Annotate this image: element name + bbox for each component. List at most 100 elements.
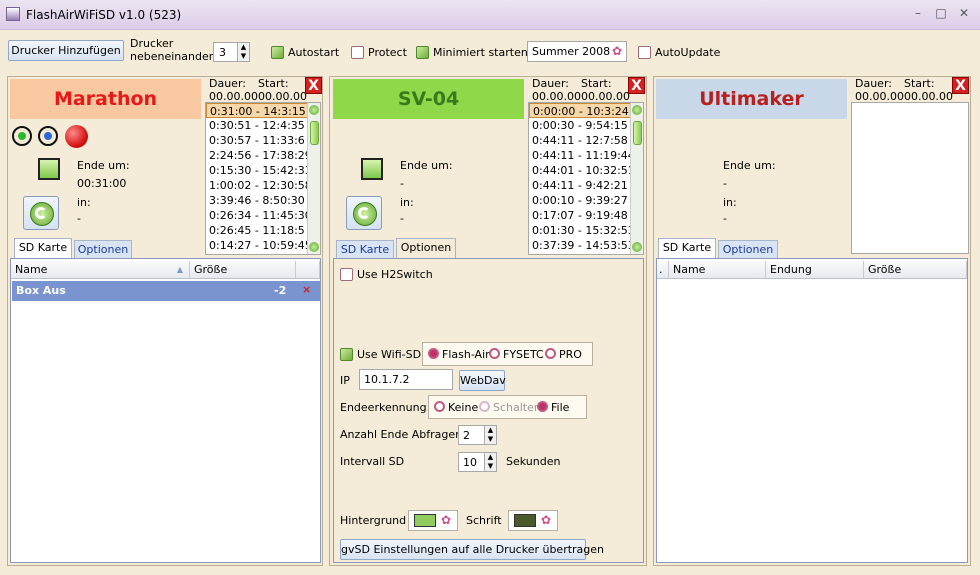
list-item[interactable]: 1:00:02 - 12:30:58 bbox=[206, 178, 312, 193]
webdav-button[interactable]: WebDav bbox=[459, 370, 506, 391]
list-item[interactable]: 0:44:01 - 10:32:51 bbox=[529, 163, 635, 178]
list-item[interactable]: 0:31:00 - 14:3:15 bbox=[206, 103, 309, 118]
tab-optionen[interactable]: Optionen bbox=[74, 240, 132, 258]
font-color-picker[interactable]: ✿ bbox=[508, 510, 558, 531]
font-color-swatch bbox=[514, 514, 536, 527]
remove-printer-button[interactable]: X bbox=[628, 77, 645, 94]
scroll-down-icon[interactable] bbox=[632, 242, 642, 252]
list-item[interactable]: 0:26:34 - 11:45:30 bbox=[206, 208, 312, 223]
job-history-list[interactable]: 0:31:00 - 14:3:15 0:30:51 - 12:4:35 0:30:5… bbox=[205, 102, 321, 255]
stepper-arrows-icon[interactable]: ▲ ▼ bbox=[484, 426, 496, 444]
list-item[interactable]: 0:44:11 - 9:42:21 bbox=[529, 178, 632, 193]
column-header-name[interactable]: Name bbox=[669, 261, 766, 279]
list-item[interactable]: 0:01:30 - 15:32:53 bbox=[529, 223, 635, 238]
list-item[interactable]: 0:00:10 - 9:39:27 bbox=[529, 193, 632, 208]
list-item[interactable]: 0:26:45 - 11:18:5 bbox=[206, 223, 309, 238]
background-color-picker[interactable]: ✿ bbox=[408, 510, 458, 531]
in-value: - bbox=[77, 212, 81, 225]
tab-sd-karte[interactable]: SD Karte bbox=[14, 238, 72, 258]
maximize-icon[interactable]: □ bbox=[934, 6, 948, 20]
file-radio[interactable] bbox=[537, 401, 548, 412]
file-size: -2 bbox=[274, 284, 287, 297]
stepper-arrows-icon[interactable]: ▲ ▼ bbox=[484, 453, 496, 471]
intervall-label: Intervall SD bbox=[340, 455, 405, 468]
refresh-icon bbox=[353, 202, 377, 226]
list-item[interactable]: 0:44:11 - 12:7:58 bbox=[529, 133, 632, 148]
list-item[interactable]: 0:30:51 - 12:4:35 bbox=[206, 118, 309, 133]
apply-all-printers-button[interactable]: gvSD Einstellungen auf alle Drucker über… bbox=[340, 539, 604, 560]
tab-sd-karte[interactable]: SD Karte bbox=[658, 238, 716, 258]
anzahl-stepper[interactable]: 2 ▲ ▼ bbox=[458, 425, 497, 445]
dauer-label: Dauer: bbox=[855, 77, 892, 90]
stepper-arrows-icon[interactable]: ▲ ▼ bbox=[237, 43, 249, 61]
add-printer-button[interactable]: Drucker Hinzufügen bbox=[8, 40, 124, 61]
printers-side-stepper[interactable]: 3 ▲ ▼ bbox=[213, 42, 250, 62]
column-header-name[interactable]: Name ▲ bbox=[11, 261, 190, 279]
scroll-thumb[interactable] bbox=[310, 121, 319, 145]
list-item[interactable]: 0:44:11 - 11:19:44 bbox=[529, 148, 635, 163]
list-item[interactable]: 3:39:46 - 8:50:30 bbox=[206, 193, 309, 208]
autostart-label: Autostart bbox=[288, 46, 340, 59]
list-item[interactable]: 0:00:00 - 10:3:24 bbox=[529, 103, 632, 118]
column-header-blank bbox=[296, 261, 320, 279]
list-item[interactable]: 0:14:27 - 10:59:45 bbox=[206, 238, 312, 253]
refresh-button[interactable] bbox=[23, 196, 59, 230]
column-header-size[interactable]: Größe bbox=[864, 261, 967, 279]
tab-sd-karte[interactable]: SD Karte bbox=[336, 240, 394, 258]
use-wifi-sd-checkbox[interactable] bbox=[340, 348, 353, 361]
sd-card-table: . Name Endung Größe bbox=[656, 258, 968, 563]
table-row[interactable]: Box Aus -2 × bbox=[12, 281, 320, 301]
theme-select[interactable]: Summer 2008 ✿ bbox=[527, 41, 627, 62]
job-history-list[interactable]: 0:00:00 - 10:3:24 0:00:30 - 9:54:15 0:44:1… bbox=[528, 102, 644, 255]
sort-arrow-icon: ▲ bbox=[176, 265, 183, 274]
list-item[interactable]: 0:00:30 - 9:54:15 bbox=[529, 118, 632, 133]
remove-printer-button[interactable]: X bbox=[305, 77, 322, 94]
minimize-icon[interactable]: – bbox=[911, 6, 925, 20]
list-item[interactable]: 0:15:30 - 15:42:33 bbox=[206, 163, 312, 178]
anzahl-value: 2 bbox=[463, 429, 470, 442]
ip-input[interactable]: 10.1.7.2 bbox=[359, 369, 453, 390]
schalter-radio[interactable] bbox=[479, 401, 490, 412]
refresh-button[interactable] bbox=[346, 196, 382, 230]
keine-radio[interactable] bbox=[434, 401, 445, 412]
scroll-thumb[interactable] bbox=[633, 121, 642, 145]
use-h2switch-checkbox[interactable] bbox=[340, 268, 353, 281]
fysetc-radio[interactable] bbox=[489, 348, 500, 359]
column-name-label: Name bbox=[15, 263, 48, 276]
schrift-label: Schrift bbox=[466, 514, 502, 527]
use-h2switch-label: Use H2Switch bbox=[357, 268, 433, 281]
pro-radio[interactable] bbox=[545, 348, 556, 359]
in-label: in: bbox=[77, 196, 91, 209]
tab-optionen[interactable]: Optionen bbox=[396, 238, 456, 258]
title-bar: FlashAirWiFiSD v1.0 (523) – □ ✕ bbox=[0, 0, 980, 30]
column-header-dot[interactable]: . bbox=[657, 261, 669, 279]
list-item[interactable]: 0:37:39 - 14:53:53 bbox=[529, 238, 635, 253]
column-header-extension[interactable]: Endung bbox=[766, 261, 864, 279]
tab-optionen[interactable]: Optionen bbox=[718, 240, 778, 258]
protect-checkbox[interactable] bbox=[351, 46, 364, 59]
scroll-up-icon[interactable] bbox=[632, 105, 642, 115]
job-list-scrollbar[interactable] bbox=[307, 103, 320, 254]
list-item[interactable]: 0:30:57 - 11:33:6 bbox=[206, 133, 309, 148]
autoupdate-checkbox[interactable] bbox=[638, 46, 651, 59]
job-list-scrollbar[interactable] bbox=[630, 103, 643, 254]
column-header-size[interactable]: Größe bbox=[190, 261, 296, 279]
scroll-down-icon[interactable] bbox=[309, 242, 319, 252]
intervall-stepper[interactable]: 10 ▲ ▼ bbox=[458, 452, 497, 472]
flash-air-radio[interactable] bbox=[428, 348, 439, 359]
close-window-icon[interactable]: ✕ bbox=[957, 6, 971, 20]
list-item[interactable]: 2:24:56 - 17:38:29 bbox=[206, 148, 312, 163]
scroll-up-icon[interactable] bbox=[309, 105, 319, 115]
file-label: File bbox=[551, 401, 570, 414]
delete-icon[interactable]: × bbox=[302, 283, 311, 296]
list-item[interactable]: 0:17:07 - 9:19:48 bbox=[529, 208, 632, 223]
remove-printer-button[interactable]: X bbox=[952, 77, 969, 94]
sekunden-label: Sekunden bbox=[506, 455, 561, 468]
job-history-list[interactable] bbox=[851, 102, 969, 254]
status-red-icon bbox=[65, 125, 88, 148]
status-blue-icon bbox=[38, 126, 58, 146]
minimized-checkbox[interactable] bbox=[416, 46, 429, 59]
window-title: FlashAirWiFiSD v1.0 (523) bbox=[26, 8, 182, 22]
autostart-checkbox[interactable] bbox=[271, 46, 284, 59]
ende-um-label: Ende um: bbox=[723, 159, 776, 172]
